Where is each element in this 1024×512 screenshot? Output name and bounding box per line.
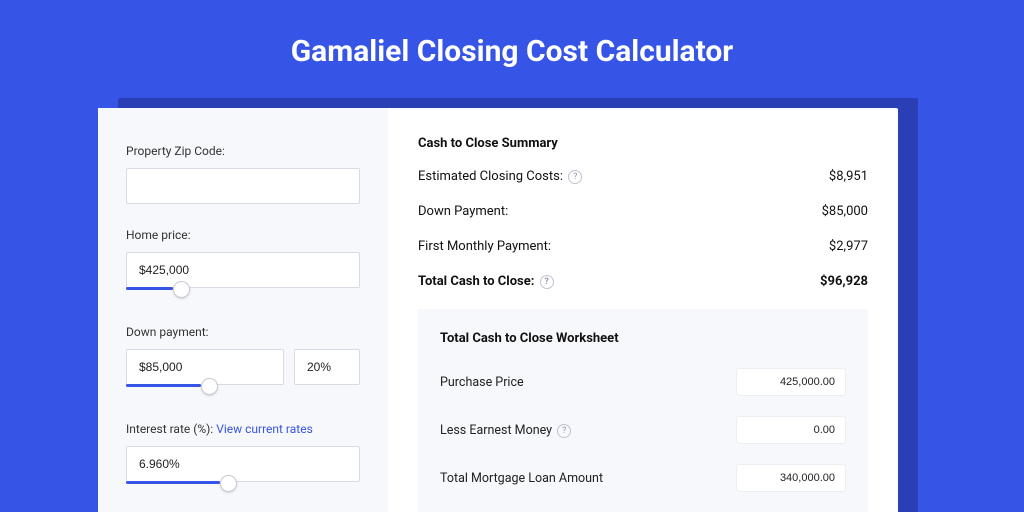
- down-payment-slider[interactable]: [126, 384, 360, 398]
- zip-input[interactable]: [126, 168, 360, 204]
- view-rates-link[interactable]: View current rates: [216, 422, 313, 436]
- summary-row: First Monthly Payment: $2,977: [418, 239, 868, 254]
- summary-row-label: Estimated Closing Costs: ?: [418, 169, 582, 184]
- summary-heading: Cash to Close Summary: [418, 136, 868, 151]
- worksheet-value-input[interactable]: [736, 416, 846, 444]
- worksheet-row: Purchase Price: [440, 368, 846, 396]
- summary-row-value: $2,977: [829, 239, 868, 254]
- summary-row-value: $96,928: [820, 274, 868, 289]
- help-icon[interactable]: ?: [557, 424, 571, 438]
- summary-row-value: $8,951: [829, 169, 868, 184]
- home-price-input[interactable]: [126, 252, 360, 288]
- down-payment-label: Down payment:: [126, 325, 360, 339]
- calculator-card: Property Zip Code: Home price: Down paym…: [98, 108, 898, 512]
- summary-row-label: First Monthly Payment:: [418, 239, 551, 254]
- help-icon[interactable]: ?: [540, 275, 554, 289]
- interest-label: Interest rate (%): View current rates: [126, 422, 360, 436]
- worksheet-value-input[interactable]: [736, 368, 846, 396]
- slider-thumb[interactable]: [173, 281, 190, 298]
- worksheet-panel: Total Cash to Close Worksheet Purchase P…: [418, 309, 868, 512]
- worksheet-row: Total Mortgage Loan Amount: [440, 464, 846, 492]
- worksheet-row: Less Earnest Money ?: [440, 416, 846, 444]
- down-payment-pct-input[interactable]: [294, 349, 360, 385]
- worksheet-row-label: Total Mortgage Loan Amount: [440, 471, 603, 486]
- interest-field: Interest rate (%): View current rates: [126, 422, 360, 495]
- inputs-panel: Property Zip Code: Home price: Down paym…: [98, 108, 388, 512]
- summary-row-label: Total Cash to Close: ?: [418, 274, 554, 289]
- summary-row: Estimated Closing Costs: ? $8,951: [418, 169, 868, 184]
- slider-thumb[interactable]: [201, 378, 218, 395]
- worksheet-value-input[interactable]: [736, 464, 846, 492]
- interest-input[interactable]: [126, 446, 360, 482]
- down-payment-field: Down payment:: [126, 325, 360, 398]
- zip-field: Property Zip Code:: [126, 144, 360, 204]
- help-icon[interactable]: ?: [568, 170, 582, 184]
- worksheet-row-label: Purchase Price: [440, 375, 524, 390]
- results-panel: Cash to Close Summary Estimated Closing …: [388, 108, 898, 512]
- home-price-slider[interactable]: [126, 287, 360, 301]
- interest-label-text: Interest rate (%):: [126, 422, 216, 436]
- interest-slider[interactable]: [126, 481, 360, 495]
- zip-label: Property Zip Code:: [126, 144, 360, 158]
- page-title: Gamaliel Closing Cost Calculator: [0, 0, 1024, 89]
- worksheet-heading: Total Cash to Close Worksheet: [440, 331, 846, 346]
- summary-row: Down Payment: $85,000: [418, 204, 868, 219]
- summary-row-label: Down Payment:: [418, 204, 508, 219]
- summary-row-value: $85,000: [822, 204, 868, 219]
- home-price-label: Home price:: [126, 228, 360, 242]
- home-price-field: Home price:: [126, 228, 360, 301]
- slider-thumb[interactable]: [220, 475, 237, 492]
- worksheet-row-label: Less Earnest Money ?: [440, 423, 571, 438]
- summary-row: Total Cash to Close: ? $96,928: [418, 274, 868, 289]
